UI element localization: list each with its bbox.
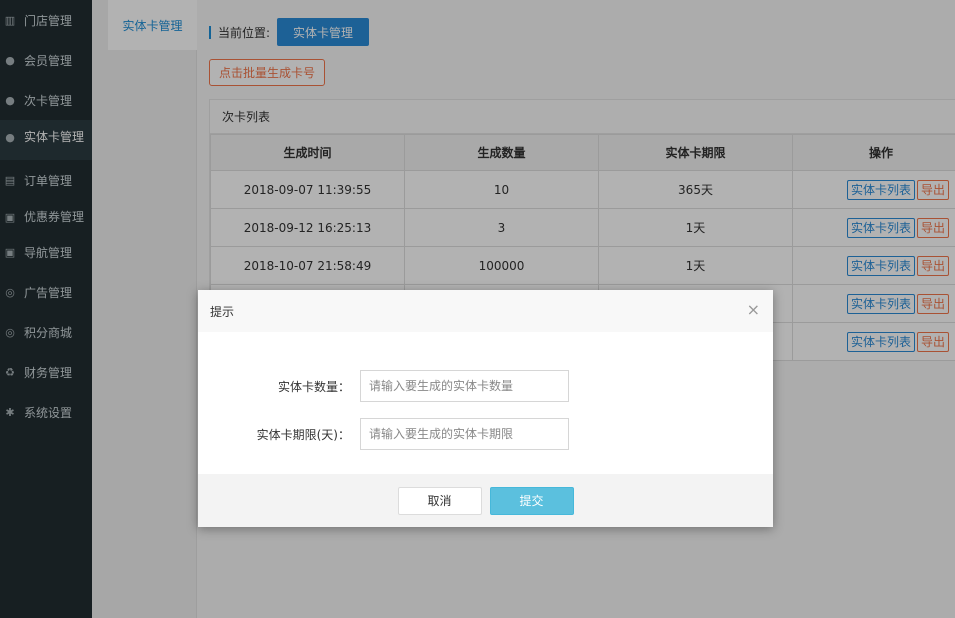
dialog-header: 提示 × — [198, 290, 773, 332]
qty-label: 实体卡数量： — [277, 379, 350, 394]
close-icon[interactable]: × — [747, 301, 760, 319]
generate-dialog: 提示 × 实体卡数量： 实体卡期限(天)： 取消 提交 — [198, 290, 773, 527]
submit-button[interactable]: 提交 — [489, 486, 574, 515]
dialog-body: 实体卡数量： 实体卡期限(天)： — [198, 332, 773, 474]
term-input[interactable] — [360, 418, 569, 450]
cancel-button[interactable]: 取消 — [397, 486, 482, 515]
qty-form-row: 实体卡数量： — [198, 370, 773, 402]
qty-input[interactable] — [360, 370, 569, 402]
term-label: 实体卡期限(天)： — [256, 427, 350, 442]
dialog-title: 提示 — [210, 304, 235, 319]
dialog-footer: 取消 提交 — [198, 474, 773, 527]
term-form-row: 实体卡期限(天)： — [198, 418, 773, 450]
